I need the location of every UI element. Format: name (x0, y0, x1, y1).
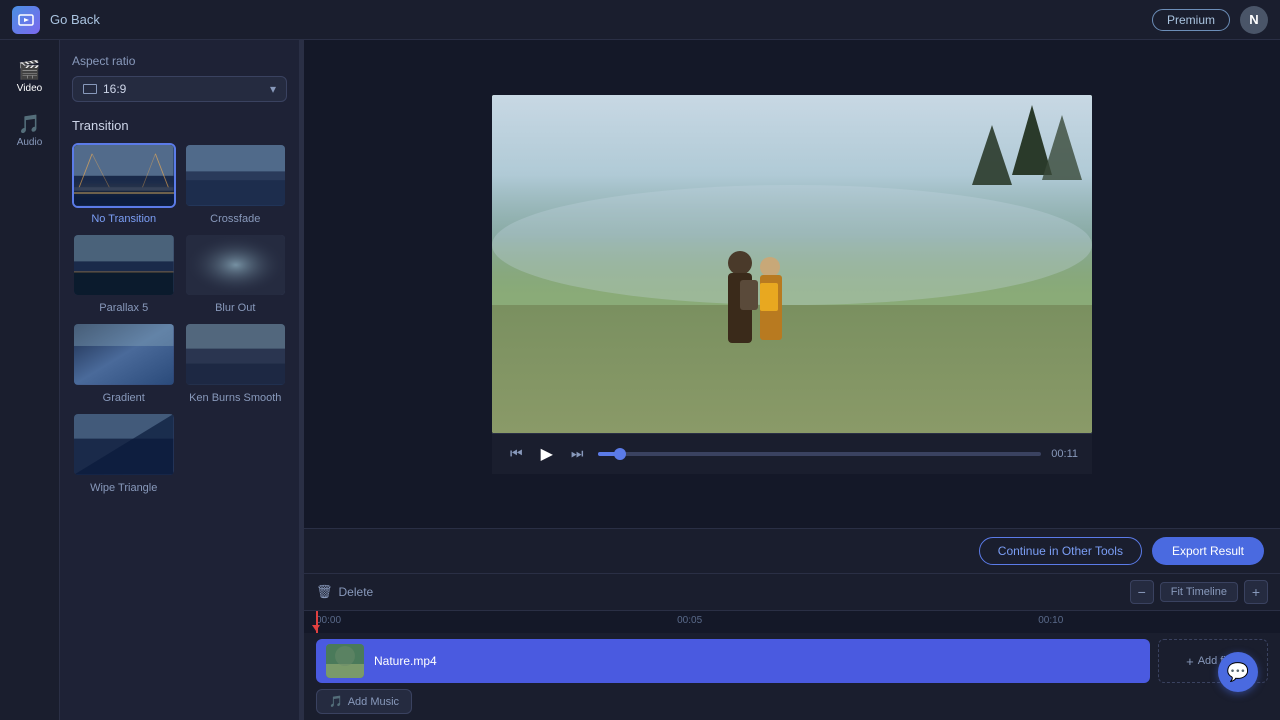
transition-thumb-crossfade (184, 143, 288, 208)
action-bar: Continue in Other Tools Export Result (304, 529, 1280, 574)
gradient-label: Gradient (103, 392, 145, 404)
aspect-ratio-icon (83, 84, 97, 94)
transition-section-title: Transition (72, 118, 287, 133)
time-current: 00:11 (1051, 448, 1078, 460)
ruler-mark-5: 00:05 (677, 615, 702, 626)
panel: Aspect ratio 16:9 ▾ Transition (60, 40, 300, 720)
transition-crossfade[interactable]: Crossfade (184, 143, 288, 225)
transition-no-transition[interactable]: No Transition (72, 143, 176, 225)
add-music-track: 🎵 Add Music (316, 689, 1268, 714)
zoom-in-button[interactable]: + (1244, 580, 1268, 604)
music-icon: 🎵 (329, 695, 343, 708)
fit-timeline-button[interactable]: Fit Timeline (1160, 582, 1238, 602)
transition-grid: No Transition Crossfade (72, 143, 287, 494)
video-frame (492, 95, 1092, 433)
icon-nav: 🎬 Video 🎵 Audio (0, 40, 60, 720)
video-icon: 🎬 (18, 60, 40, 81)
timeline-toolbar-left: 🗑 Delete (316, 584, 373, 600)
aspect-ratio-dropdown[interactable]: 16:9 ▾ (72, 76, 287, 102)
timeline-toolbar: 🗑 Delete − Fit Timeline + (304, 574, 1280, 611)
app-logo (12, 6, 40, 34)
play-button[interactable]: ▶ (537, 442, 557, 466)
chat-bubble-button[interactable]: 💬 (1218, 652, 1258, 692)
sidebar-item-audio[interactable]: 🎵 Audio (4, 106, 56, 156)
transition-wipe-triangle[interactable]: Wipe Triangle (72, 412, 176, 494)
topbar: Go Back Premium N (0, 0, 1280, 40)
main-layout: 🎬 Video 🎵 Audio Aspect ratio 16:9 ▾ Tran… (0, 40, 1280, 720)
add-music-label: Add Music (348, 696, 399, 708)
transition-ken-burns-smooth[interactable]: Ken Burns Smooth (184, 322, 288, 404)
transition-thumb-wipe-triangle (72, 412, 176, 477)
chevron-down-icon: ▾ (270, 82, 276, 96)
export-result-button[interactable]: Export Result (1152, 537, 1264, 565)
crossfade-label: Crossfade (210, 213, 260, 225)
timeline-tracks: Nature.mp4 + Add files 🎵 Add Music (304, 633, 1280, 720)
video-track[interactable]: Nature.mp4 (316, 639, 1150, 683)
wipe-triangle-label: Wipe Triangle (90, 482, 157, 494)
sidebar-item-video[interactable]: 🎬 Video (4, 52, 56, 102)
continue-other-tools-button[interactable]: Continue in Other Tools (979, 537, 1142, 565)
transition-thumb-no-transition (72, 143, 176, 208)
delete-icon: 🗑 (316, 584, 333, 600)
video-controls: ⏮ ▶ ⏭ 00:11 (492, 433, 1092, 474)
transition-thumb-blur-out (184, 233, 288, 298)
playhead-triangle (312, 625, 320, 631)
no-transition-label: No Transition (91, 213, 156, 225)
preview-area: ⏮ ▶ ⏭ 00:11 (304, 40, 1280, 528)
topbar-right: Premium N (1152, 6, 1268, 34)
aspect-ratio-value: 16:9 (103, 82, 126, 96)
zoom-out-button[interactable]: − (1130, 580, 1154, 604)
timeline-toolbar-right: − Fit Timeline + (1130, 580, 1268, 604)
delete-label: Delete (339, 585, 374, 599)
video-player: ⏮ ▶ ⏭ 00:11 (492, 95, 1092, 474)
audio-nav-label: Audio (17, 137, 43, 148)
skip-forward-button[interactable]: ⏭ (567, 443, 588, 464)
parallax5-label: Parallax 5 (99, 302, 148, 314)
ken-burns-smooth-label: Ken Burns Smooth (189, 392, 281, 404)
add-files-plus-icon: + (1186, 654, 1194, 669)
transition-thumb-ken-burns-smooth (184, 322, 288, 387)
chat-icon: 💬 (1227, 662, 1249, 683)
add-music-button[interactable]: 🎵 Add Music (316, 689, 412, 714)
progress-bar[interactable] (598, 452, 1042, 456)
transition-thumb-parallax5 (72, 233, 176, 298)
video-ground (492, 314, 1092, 432)
ruler-mark-10: 00:10 (1038, 615, 1063, 626)
timeline-area: 🗑 Delete − Fit Timeline + 00:00 00:05 00… (304, 574, 1280, 720)
transition-gradient[interactable]: Gradient (72, 322, 176, 404)
video-nav-label: Video (17, 83, 42, 94)
progress-thumb (614, 448, 626, 460)
track-label: Nature.mp4 (374, 654, 437, 668)
aspect-ratio-label: Aspect ratio (72, 54, 287, 68)
audio-icon: 🎵 (18, 114, 40, 135)
bottom-area: Continue in Other Tools Export Result 🗑 … (304, 528, 1280, 720)
transition-blur-out[interactable]: Blur Out (184, 233, 288, 315)
premium-button[interactable]: Premium (1152, 9, 1230, 31)
center-area: ⏮ ▶ ⏭ 00:11 Continue in Other Tools Expo… (304, 40, 1280, 720)
video-track-row: Nature.mp4 + Add files (316, 639, 1268, 683)
transition-parallax5[interactable]: Parallax 5 (72, 233, 176, 315)
skip-back-button[interactable]: ⏮ (506, 443, 527, 464)
avatar[interactable]: N (1240, 6, 1268, 34)
track-thumbnail (326, 644, 364, 678)
go-back-button[interactable]: Go Back (50, 12, 100, 27)
time-display: 00:11 (1051, 448, 1078, 460)
blur-out-label: Blur Out (215, 302, 255, 314)
timeline-ruler: 00:00 00:05 00:10 (304, 611, 1280, 633)
transition-thumb-gradient (72, 322, 176, 387)
